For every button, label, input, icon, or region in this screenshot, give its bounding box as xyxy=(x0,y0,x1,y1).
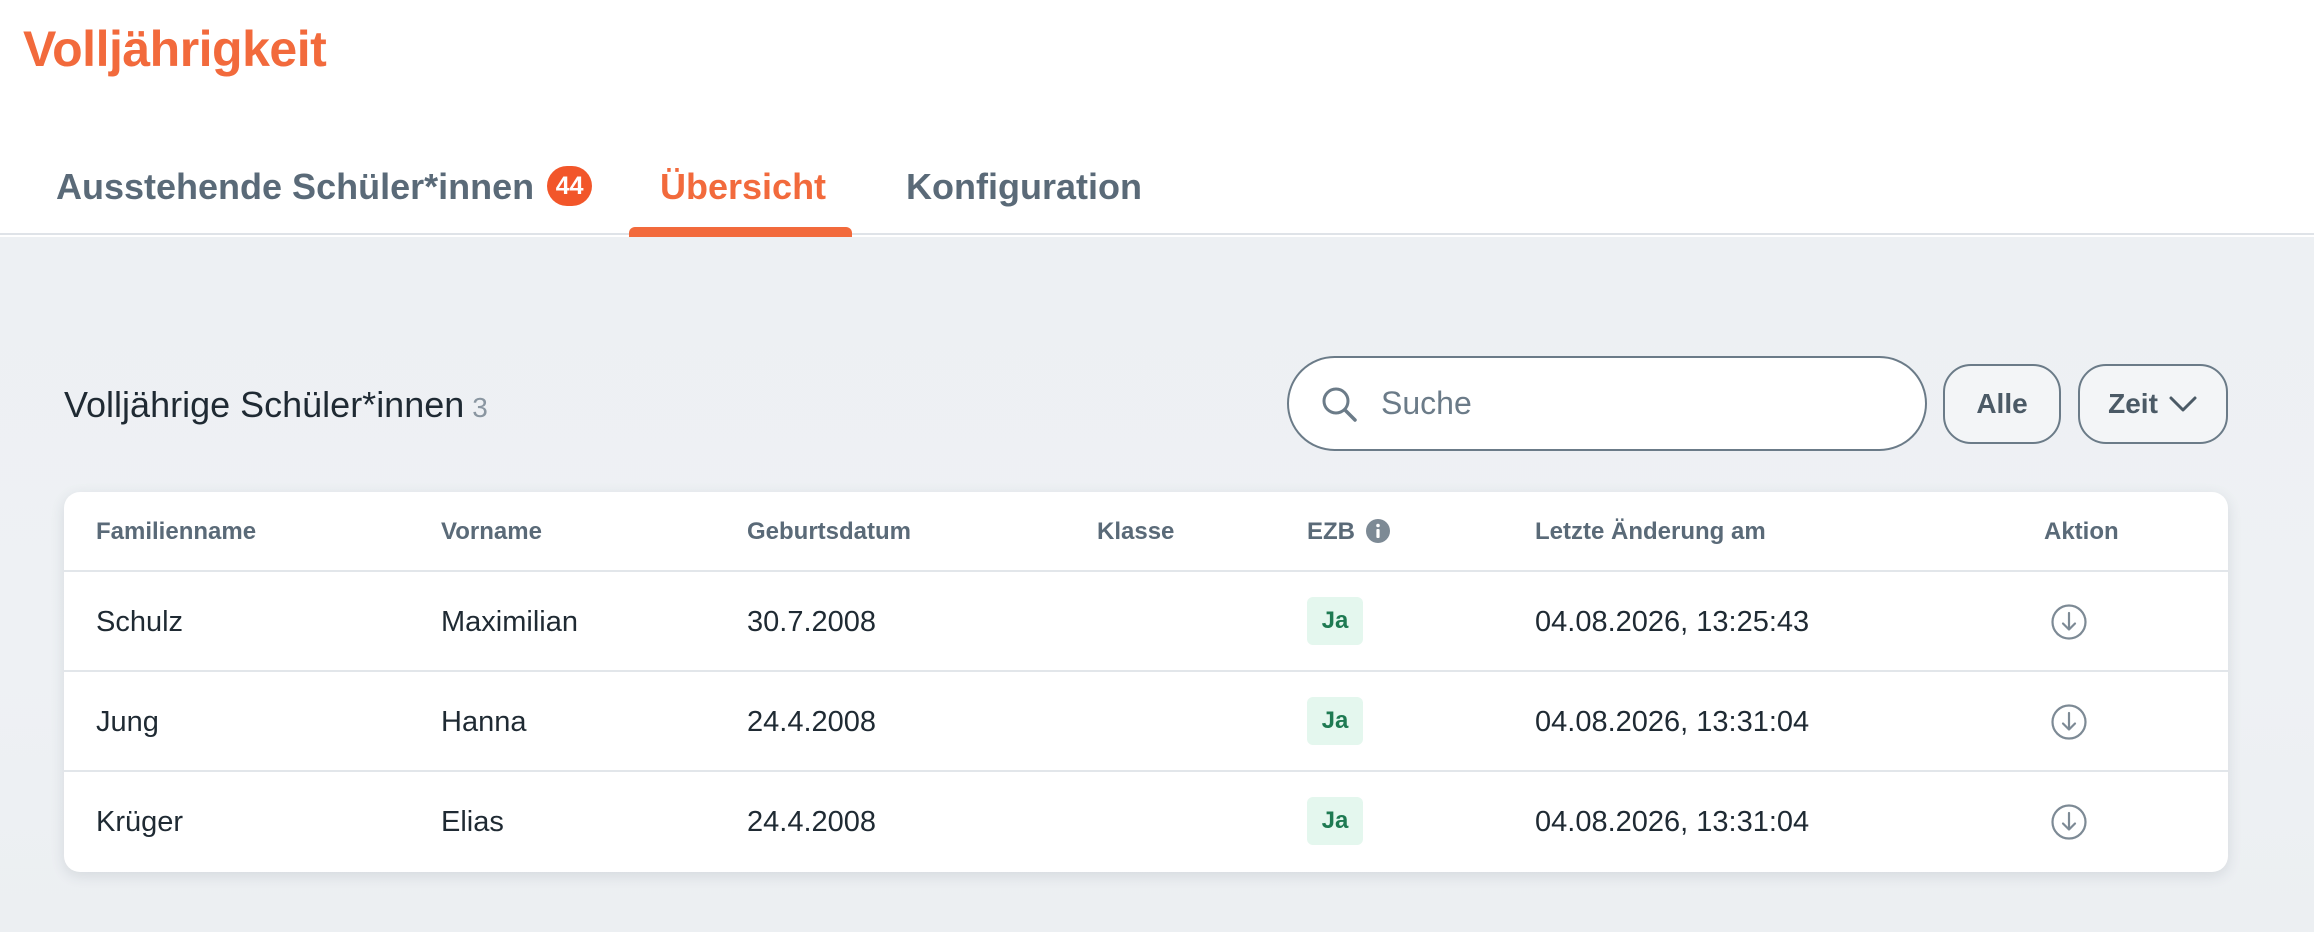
download-icon[interactable] xyxy=(2050,603,2088,641)
section-title-text: Volljährige Schüler*innen xyxy=(64,384,465,425)
filter-time-button[interactable]: Zeit xyxy=(2078,364,2228,444)
tab-label: Übersicht xyxy=(660,166,827,207)
table-row[interactable]: Jung Hanna 24.4.2008 Ja 04.08.2026, 13:3… xyxy=(64,672,2228,772)
cell-geburtsdatum: 24.4.2008 xyxy=(747,706,877,738)
cell-vorname: Elias xyxy=(441,806,504,838)
section-title: Volljährige Schüler*innen 3 xyxy=(64,384,488,426)
filter-time-label: Zeit xyxy=(2108,388,2158,419)
cell-geburtsdatum: 24.4.2008 xyxy=(747,806,877,838)
column-header-aktion: Aktion xyxy=(2044,518,2119,545)
tab-uebersicht[interactable]: Übersicht xyxy=(660,150,826,235)
column-header-ezb[interactable]: EZB xyxy=(1307,518,1391,546)
column-header-vorname[interactable]: Vorname xyxy=(441,518,542,546)
info-icon[interactable] xyxy=(1365,518,1391,544)
search-icon xyxy=(1322,387,1357,422)
tab-label: Ausstehende Schüler*innen xyxy=(56,166,535,207)
ezb-status-badge: Ja xyxy=(1307,697,1363,745)
cell-familienname: Schulz xyxy=(96,606,184,638)
filter-all-button[interactable]: Alle xyxy=(1943,364,2061,444)
table-header: Familienname Vorname Geburtsdatum Klasse… xyxy=(64,492,2228,572)
cell-vorname: Maximilian xyxy=(441,606,578,638)
column-header-geburtsdatum[interactable]: Geburtsdatum xyxy=(747,518,911,546)
page-title: Volljährigkeit xyxy=(23,21,327,77)
cell-geburtsdatum: 30.7.2008 xyxy=(747,606,877,638)
count-badge: 44 xyxy=(547,166,593,206)
chevron-down-icon xyxy=(2169,396,2197,412)
column-header-klasse[interactable]: Klasse xyxy=(1097,518,1174,546)
cell-vorname: Hanna xyxy=(441,706,527,738)
table-row[interactable]: Krüger Elias 24.4.2008 Ja 04.08.2026, 13… xyxy=(64,772,2228,872)
tab-label: Konfiguration xyxy=(906,166,1142,207)
cell-familienname: Jung xyxy=(96,706,159,738)
ezb-status-badge: Ja xyxy=(1307,797,1363,845)
cell-letzte-aenderung: 04.08.2026, 13:31:04 xyxy=(1535,706,1810,738)
ezb-status-badge: Ja xyxy=(1307,597,1363,645)
filter-all-label: Alle xyxy=(1976,388,2028,419)
tab-ausstehende[interactable]: Ausstehende Schüler*innen 44 xyxy=(56,150,593,235)
table-row[interactable]: Schulz Maximilian 30.7.2008 Ja 04.08.202… xyxy=(64,572,2228,672)
app-header: Volljährigkeit Ausstehende Schüler*innen… xyxy=(0,0,2314,237)
search-box[interactable] xyxy=(1287,356,1927,451)
search-input[interactable] xyxy=(1381,385,1901,422)
cell-familienname: Krüger xyxy=(96,806,184,838)
students-table: Familienname Vorname Geburtsdatum Klasse… xyxy=(64,492,2228,872)
download-icon[interactable] xyxy=(2050,803,2088,841)
column-header-ezb-label: EZB xyxy=(1307,518,1355,545)
column-header-letzte-aenderung[interactable]: Letzte Änderung am xyxy=(1535,518,1766,546)
cell-letzte-aenderung: 04.08.2026, 13:31:04 xyxy=(1535,806,1810,838)
download-icon[interactable] xyxy=(2050,703,2088,741)
cell-letzte-aenderung: 04.08.2026, 13:25:43 xyxy=(1535,606,1810,638)
tab-konfiguration[interactable]: Konfiguration xyxy=(906,150,1142,235)
column-header-familienname[interactable]: Familienname xyxy=(96,518,256,546)
active-tab-indicator xyxy=(629,227,852,237)
section-count: 3 xyxy=(472,392,488,423)
